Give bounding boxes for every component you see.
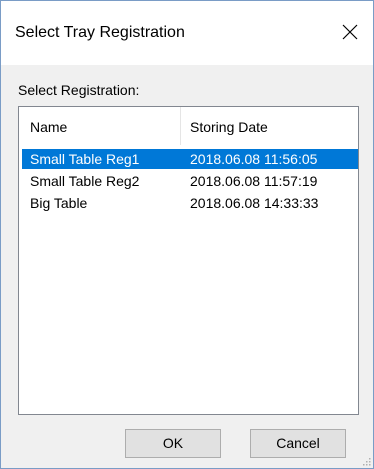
close-icon bbox=[342, 24, 358, 40]
list-header: Name Storing Date bbox=[19, 107, 358, 145]
row-name: Small Table Reg1 bbox=[30, 151, 140, 167]
row-storing-date: 2018.06.08 11:56:05 bbox=[190, 151, 318, 167]
column-separator[interactable] bbox=[180, 107, 181, 145]
list-row[interactable]: Small Table Reg1 2018.06.08 11:56:05 bbox=[22, 149, 358, 169]
column-header-storing-date[interactable]: Storing Date bbox=[190, 119, 268, 135]
registration-list[interactable]: Name Storing Date Small Table Reg1 2018.… bbox=[18, 106, 359, 415]
list-row[interactable]: Big Table 2018.06.08 14:33:33 bbox=[22, 193, 358, 213]
row-name: Big Table bbox=[30, 195, 88, 211]
column-header-name[interactable]: Name bbox=[30, 119, 67, 135]
list-row[interactable]: Small Table Reg2 2018.06.08 11:57:19 bbox=[22, 171, 358, 191]
close-button[interactable] bbox=[333, 15, 367, 49]
row-name: Small Table Reg2 bbox=[30, 173, 140, 189]
row-storing-date: 2018.06.08 14:33:33 bbox=[190, 195, 319, 211]
row-storing-date: 2018.06.08 11:57:19 bbox=[190, 173, 318, 189]
title-bar[interactable]: Select Tray Registration bbox=[1, 1, 373, 65]
cancel-button[interactable]: Cancel bbox=[250, 429, 346, 458]
ok-button[interactable]: OK bbox=[125, 429, 221, 458]
select-tray-registration-dialog: Select Tray Registration Select Registra… bbox=[0, 0, 374, 469]
dialog-title: Select Tray Registration bbox=[15, 24, 185, 41]
resize-grip-icon[interactable] bbox=[361, 456, 371, 466]
select-registration-label: Select Registration: bbox=[18, 82, 140, 98]
